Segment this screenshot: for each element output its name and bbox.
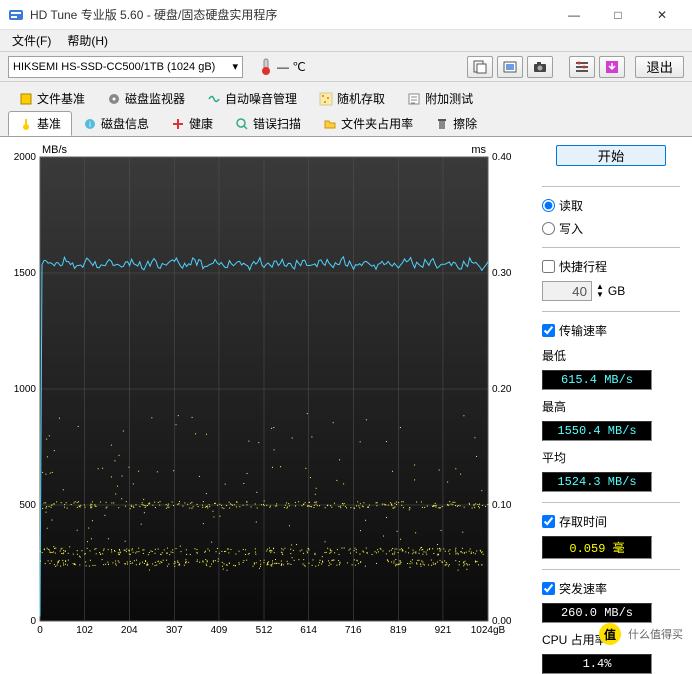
copy-screenshot-button[interactable] [497, 56, 523, 78]
svg-text:0: 0 [30, 616, 36, 627]
short-stroke-value: ▲▼ GB [542, 281, 680, 301]
max-value: 1550.4 MB/s [542, 421, 652, 441]
tab-folder-usage[interactable]: 文件夹占用率 [312, 111, 424, 136]
close-button[interactable]: ✕ [640, 1, 684, 29]
app-icon [8, 7, 24, 23]
avg-label: 平均 [542, 449, 680, 466]
burst-rate-checkbox[interactable]: 突发速率 [542, 580, 680, 597]
svg-text:102: 102 [76, 625, 93, 636]
minimize-button[interactable]: — [552, 1, 596, 29]
window-title: HD Tune 专业版 5.60 - 硬盘/固态硬盘实用程序 [30, 6, 552, 23]
options-button[interactable] [569, 56, 595, 78]
svg-text:921: 921 [435, 625, 452, 636]
cpu-value: 1.4% [542, 654, 652, 674]
svg-text:204: 204 [121, 625, 138, 636]
tab-disk-info[interactable]: i磁盘信息 [72, 111, 160, 136]
svg-text:614: 614 [300, 625, 317, 636]
tab-disk-monitor[interactable]: 磁盘监视器 [96, 86, 196, 111]
svg-text:307: 307 [166, 625, 183, 636]
tab-bar: 文件基准 磁盘监视器 自动噪音管理 随机存取 附加测试 基准 i磁盘信息 健康 … [0, 82, 692, 136]
tab-health[interactable]: 健康 [160, 111, 224, 136]
maximize-button[interactable]: □ [596, 1, 640, 29]
svg-text:i: i [89, 120, 91, 129]
tab-aam[interactable]: 自动噪音管理 [196, 86, 308, 111]
menu-file[interactable]: 文件(F) [4, 30, 59, 51]
watermark-text: 什么值得买 [625, 625, 686, 643]
svg-text:512: 512 [256, 625, 273, 636]
spinner-icon[interactable]: ▲▼ [596, 283, 604, 299]
max-label: 最高 [542, 398, 680, 415]
min-value: 615.4 MB/s [542, 370, 652, 390]
menu-help[interactable]: 帮助(H) [59, 30, 116, 51]
svg-text:819: 819 [390, 625, 407, 636]
svg-text:2000: 2000 [14, 152, 37, 163]
short-stroke-input[interactable] [542, 281, 592, 301]
svg-text:716: 716 [345, 625, 362, 636]
tab-erase[interactable]: 擦除 [424, 111, 488, 136]
svg-text:409: 409 [211, 625, 228, 636]
drive-select-value: HIKSEMI HS-SSD-CC500/1TB (1024 gB) [13, 61, 215, 73]
write-radio[interactable]: 写入 [542, 220, 680, 237]
menu-bar: 文件(F) 帮助(H) [0, 30, 692, 52]
temperature-value: — ℃ [277, 60, 306, 74]
tab-error-scan[interactable]: 错误扫描 [224, 111, 312, 136]
access-value: 0.059 毫 [542, 536, 652, 559]
title-bar: HD Tune 专业版 5.60 - 硬盘/固态硬盘实用程序 — □ ✕ [0, 0, 692, 30]
svg-text:0.20: 0.20 [492, 384, 512, 395]
avg-value: 1524.3 MB/s [542, 472, 652, 492]
copy-info-button[interactable] [467, 56, 493, 78]
min-label: 最低 [542, 347, 680, 364]
chevron-down-icon: ▾ [232, 60, 238, 73]
svg-text:0.40: 0.40 [492, 152, 512, 163]
svg-text:0: 0 [37, 625, 43, 636]
drive-select[interactable]: HIKSEMI HS-SSD-CC500/1TB (1024 gB) ▾ [8, 56, 243, 78]
svg-text:MB/s: MB/s [42, 144, 68, 156]
thermometer-icon [259, 58, 273, 76]
watermark-icon: 值 [599, 623, 621, 645]
tab-random-access[interactable]: 随机存取 [308, 86, 396, 111]
read-radio[interactable]: 读取 [542, 197, 680, 214]
temperature-display: — ℃ [259, 58, 306, 76]
transfer-rate-checkbox[interactable]: 传输速率 [542, 322, 680, 339]
benchmark-chart: MB/sms00.005000.1010000.2015000.3020000.… [4, 143, 524, 643]
content-area: MB/sms00.005000.1010000.2015000.3020000.… [0, 136, 692, 654]
access-time-checkbox[interactable]: 存取时间 [542, 513, 680, 530]
burst-value: 260.0 MB/s [542, 603, 652, 623]
toolbar: HIKSEMI HS-SSD-CC500/1TB (1024 gB) ▾ — ℃… [0, 52, 692, 82]
short-stroke-checkbox[interactable]: 快捷行程 [542, 258, 680, 275]
svg-text:1000: 1000 [14, 384, 37, 395]
save-button[interactable] [599, 56, 625, 78]
svg-text:1500: 1500 [14, 268, 37, 279]
svg-text:0.30: 0.30 [492, 268, 512, 279]
tab-benchmark[interactable]: 基准 [8, 111, 72, 136]
side-panel: 开始 读取 写入 快捷行程 ▲▼ GB 传输速率 最低 615.4 MB/s 最… [530, 137, 692, 654]
start-button[interactable]: 开始 [556, 145, 666, 166]
exit-button[interactable]: 退出 [635, 56, 684, 78]
tab-file-benchmark[interactable]: 文件基准 [8, 86, 96, 111]
svg-text:500: 500 [19, 500, 36, 511]
svg-text:ms: ms [471, 144, 486, 156]
watermark: 值 什么值得买 [599, 623, 686, 645]
chart-area: MB/sms00.005000.1010000.2015000.3020000.… [0, 137, 530, 654]
svg-text:0.10: 0.10 [492, 500, 512, 511]
tab-extra-tests[interactable]: 附加测试 [396, 86, 484, 111]
svg-text:1024gB: 1024gB [471, 625, 506, 636]
screenshot-button[interactable] [527, 56, 553, 78]
